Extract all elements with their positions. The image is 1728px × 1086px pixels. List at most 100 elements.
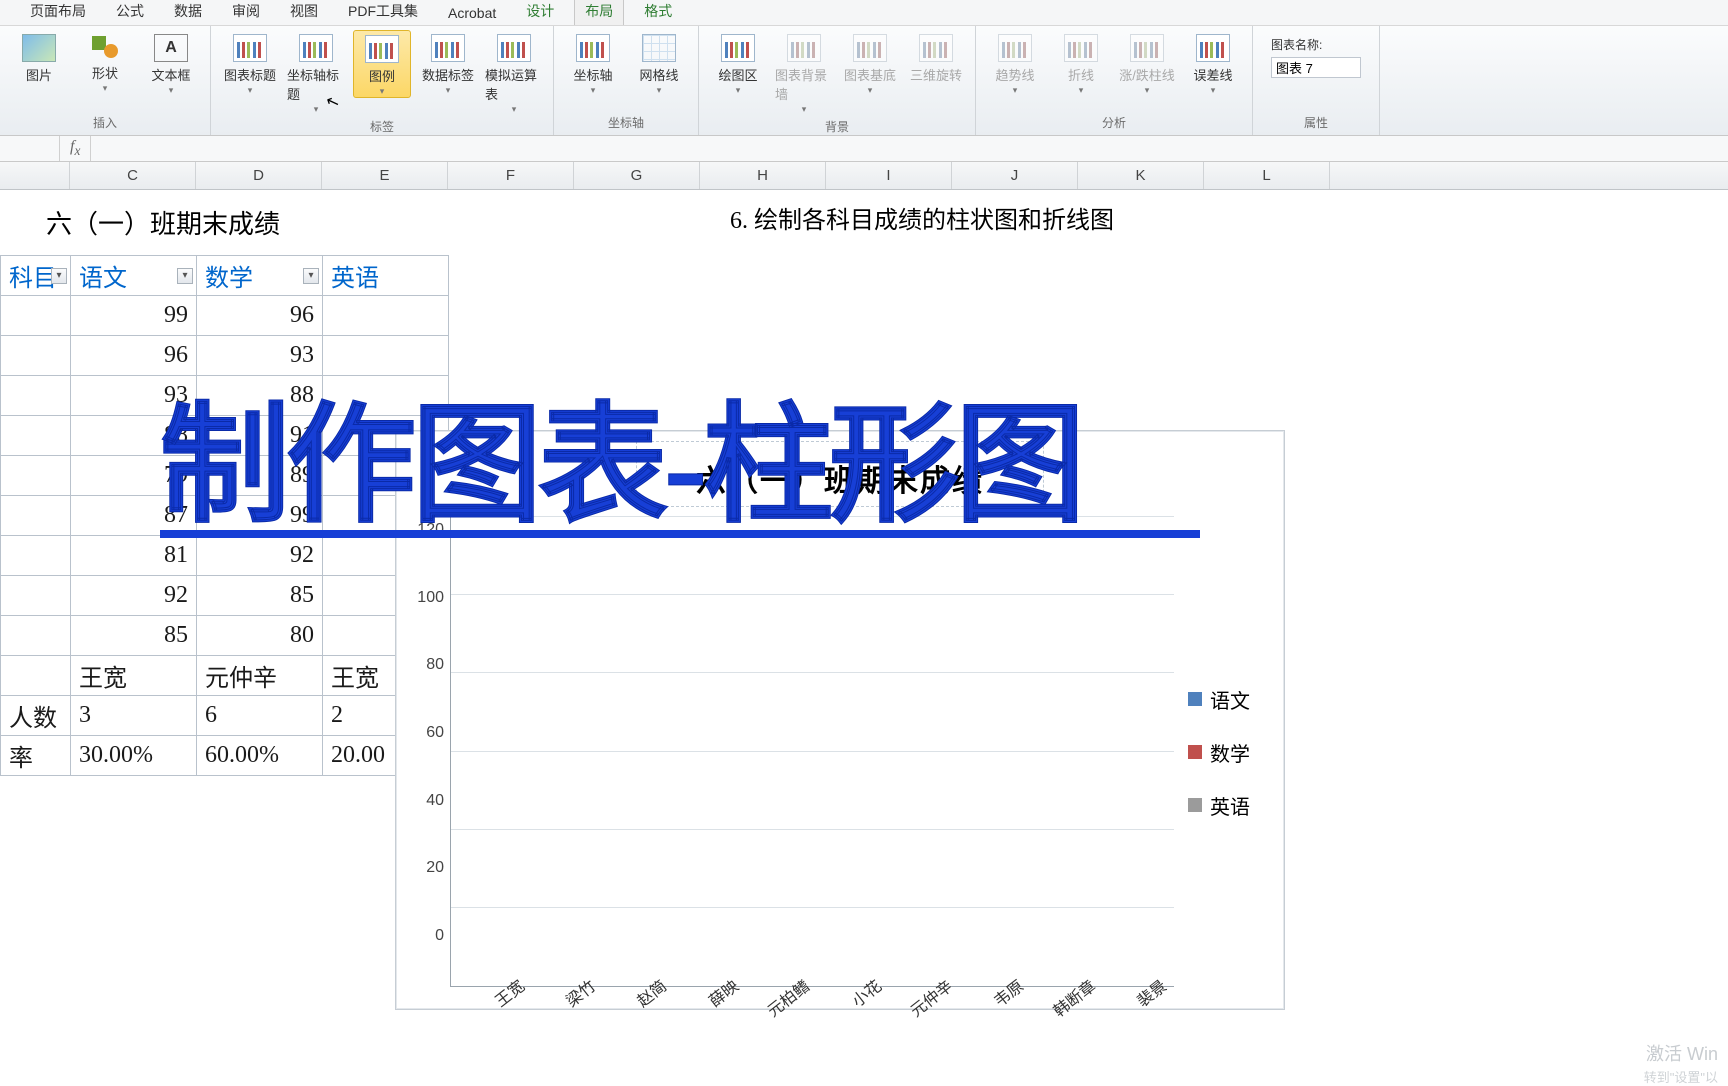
formula-input[interactable] — [90, 136, 1728, 161]
hdr-subject[interactable]: 科目▾ — [1, 256, 71, 296]
chart-floor-icon — [853, 34, 887, 62]
tab-view[interactable]: 视图 — [280, 0, 328, 25]
col-i[interactable]: I — [826, 162, 952, 189]
btn-lines: 折线▾ — [1052, 30, 1110, 96]
filter-arrow-icon[interactable]: ▾ — [303, 268, 319, 284]
filter-arrow-icon[interactable]: ▾ — [177, 268, 193, 284]
task-text: 6. 绘制各科目成绩的柱状图和折线图 — [730, 200, 1114, 235]
col-d[interactable]: D — [196, 162, 322, 189]
table-row[interactable]: 9285 — [1, 576, 449, 616]
ribbon-group-labels: 图表标题▾ 坐标轴标题▾ 图例▾ 数据标签▾ 模拟运算表▾ 标签 — [211, 26, 554, 135]
legend-item[interactable]: 英语 — [1188, 791, 1274, 820]
video-overlay-text: 制作图表-柱形图 — [160, 360, 1081, 548]
lines-icon — [1064, 34, 1098, 62]
chart-wall-icon — [787, 34, 821, 62]
updown-icon — [1130, 34, 1164, 62]
hdr-en[interactable]: 英语 — [323, 256, 449, 296]
gridlines-icon — [642, 34, 676, 62]
col-k[interactable]: K — [1078, 162, 1204, 189]
plot-area[interactable] — [450, 517, 1174, 987]
ribbon-group-insert: 图片 形状▾ A文本框▾ 插入 — [0, 26, 211, 135]
tab-pdf[interactable]: PDF工具集 — [338, 0, 428, 25]
watermark: 激活 Win — [1646, 1040, 1718, 1066]
watermark-sub: 转到"设置"以 — [1644, 1067, 1718, 1086]
x-axis-labels: 王宽梁竹赵简薛映元柏鳍小花元仲辛韦原韩断章裴景 — [450, 973, 1164, 997]
btn-3d-rotate: 三维旋转 — [907, 30, 965, 84]
group-label-insert: 插入 — [10, 111, 200, 135]
tab-formula[interactable]: 公式 — [106, 0, 154, 25]
btn-chart-floor: 图表基底▾ — [841, 30, 899, 96]
legend-item[interactable]: 语文 — [1188, 685, 1274, 714]
col-l[interactable]: L — [1204, 162, 1330, 189]
column-headers: C D E F G H I J K L — [0, 162, 1728, 190]
btn-data-table[interactable]: 模拟运算表▾ — [485, 30, 543, 115]
tab-design[interactable]: 设计 — [516, 0, 564, 25]
col-h[interactable]: H — [700, 162, 826, 189]
btn-chart-wall: 图表背景墙▾ — [775, 30, 833, 115]
col-e[interactable]: E — [322, 162, 448, 189]
group-label-axes: 坐标轴 — [564, 111, 688, 135]
data-label-icon — [431, 34, 465, 62]
tab-layout[interactable]: 布局 — [574, 0, 624, 25]
textbox-icon: A — [154, 34, 188, 62]
picture-icon — [22, 34, 56, 62]
btn-shapes[interactable]: 形状▾ — [76, 30, 134, 94]
chevron-down-icon: ▾ — [103, 83, 108, 94]
btn-data-labels[interactable]: 数据标签▾ — [419, 30, 477, 96]
btn-picture[interactable]: 图片 — [10, 30, 68, 84]
y-axis: 120100806040200 — [410, 517, 450, 987]
col-c[interactable]: C — [70, 162, 196, 189]
chart-name-input[interactable] — [1271, 57, 1361, 78]
ribbon: 图片 形状▾ A文本框▾ 插入 图表标题▾ 坐标轴标题▾ 图例▾ 数据标签▾ 模… — [0, 26, 1728, 136]
group-label-analysis: 分析 — [986, 111, 1242, 135]
hdr-cn[interactable]: 语文▾ — [71, 256, 197, 296]
video-overlay-underline — [160, 530, 1200, 538]
table-row[interactable]: 9996 — [1, 296, 449, 336]
axis-title-icon — [299, 34, 333, 62]
shapes-icon — [90, 34, 120, 60]
ribbon-group-prop: 图表名称: 属性 — [1253, 26, 1380, 135]
fx-icon[interactable]: fx — [60, 138, 90, 159]
btn-axes[interactable]: 坐标轴▾ — [564, 30, 622, 96]
chart-title-icon — [233, 34, 267, 62]
chart-legend[interactable]: 语文数学英语 — [1174, 517, 1274, 987]
chart-name-label: 图表名称: — [1271, 36, 1361, 53]
axes-icon — [576, 34, 610, 62]
ribbon-group-bg: 绘图区▾ 图表背景墙▾ 图表基底▾ 三维旋转 背景 — [699, 26, 976, 135]
chevron-down-icon: ▾ — [169, 85, 174, 96]
group-label-prop: 属性 — [1263, 111, 1369, 135]
col-j[interactable]: J — [952, 162, 1078, 189]
col-f[interactable]: F — [448, 162, 574, 189]
btn-trendline: 趋势线▾ — [986, 30, 1044, 96]
btn-gridlines[interactable]: 网格线▾ — [630, 30, 688, 96]
btn-updown: 涨/跌柱线▾ — [1118, 30, 1176, 96]
rotate-3d-icon — [919, 34, 953, 62]
tab-acrobat[interactable]: Acrobat — [438, 1, 506, 25]
btn-error-bars[interactable]: 误差线▾ — [1184, 30, 1242, 96]
menu-tabs: 页面布局 公式 数据 审阅 视图 PDF工具集 Acrobat 设计 布局 格式 — [0, 0, 1728, 26]
legend-swatch — [1188, 692, 1202, 706]
tab-data[interactable]: 数据 — [164, 0, 212, 25]
plot-area-icon — [721, 34, 755, 62]
col-b[interactable] — [0, 162, 70, 189]
legend-icon — [365, 35, 399, 63]
trendline-icon — [998, 34, 1032, 62]
tab-review[interactable]: 审阅 — [222, 0, 270, 25]
col-g[interactable]: G — [574, 162, 700, 189]
formula-bar: fx — [0, 136, 1728, 162]
table-row[interactable]: 8580 — [1, 616, 449, 656]
tab-pagelayout[interactable]: 页面布局 — [20, 0, 96, 25]
legend-item[interactable]: 数学 — [1188, 738, 1274, 767]
tab-format[interactable]: 格式 — [634, 0, 682, 25]
hdr-math[interactable]: 数学▾ — [197, 256, 323, 296]
btn-chart-title[interactable]: 图表标题▾ — [221, 30, 279, 96]
btn-textbox[interactable]: A文本框▾ — [142, 30, 200, 96]
error-bars-icon — [1196, 34, 1230, 62]
ribbon-group-axes: 坐标轴▾ 网格线▾ 坐标轴 — [554, 26, 699, 135]
btn-legend[interactable]: 图例▾ — [353, 30, 411, 98]
data-table-icon — [497, 34, 531, 62]
btn-plot-area[interactable]: 绘图区▾ — [709, 30, 767, 96]
name-box[interactable] — [0, 136, 60, 161]
filter-arrow-icon[interactable]: ▾ — [51, 268, 67, 284]
ribbon-group-analysis: 趋势线▾ 折线▾ 涨/跌柱线▾ 误差线▾ 分析 — [976, 26, 1253, 135]
